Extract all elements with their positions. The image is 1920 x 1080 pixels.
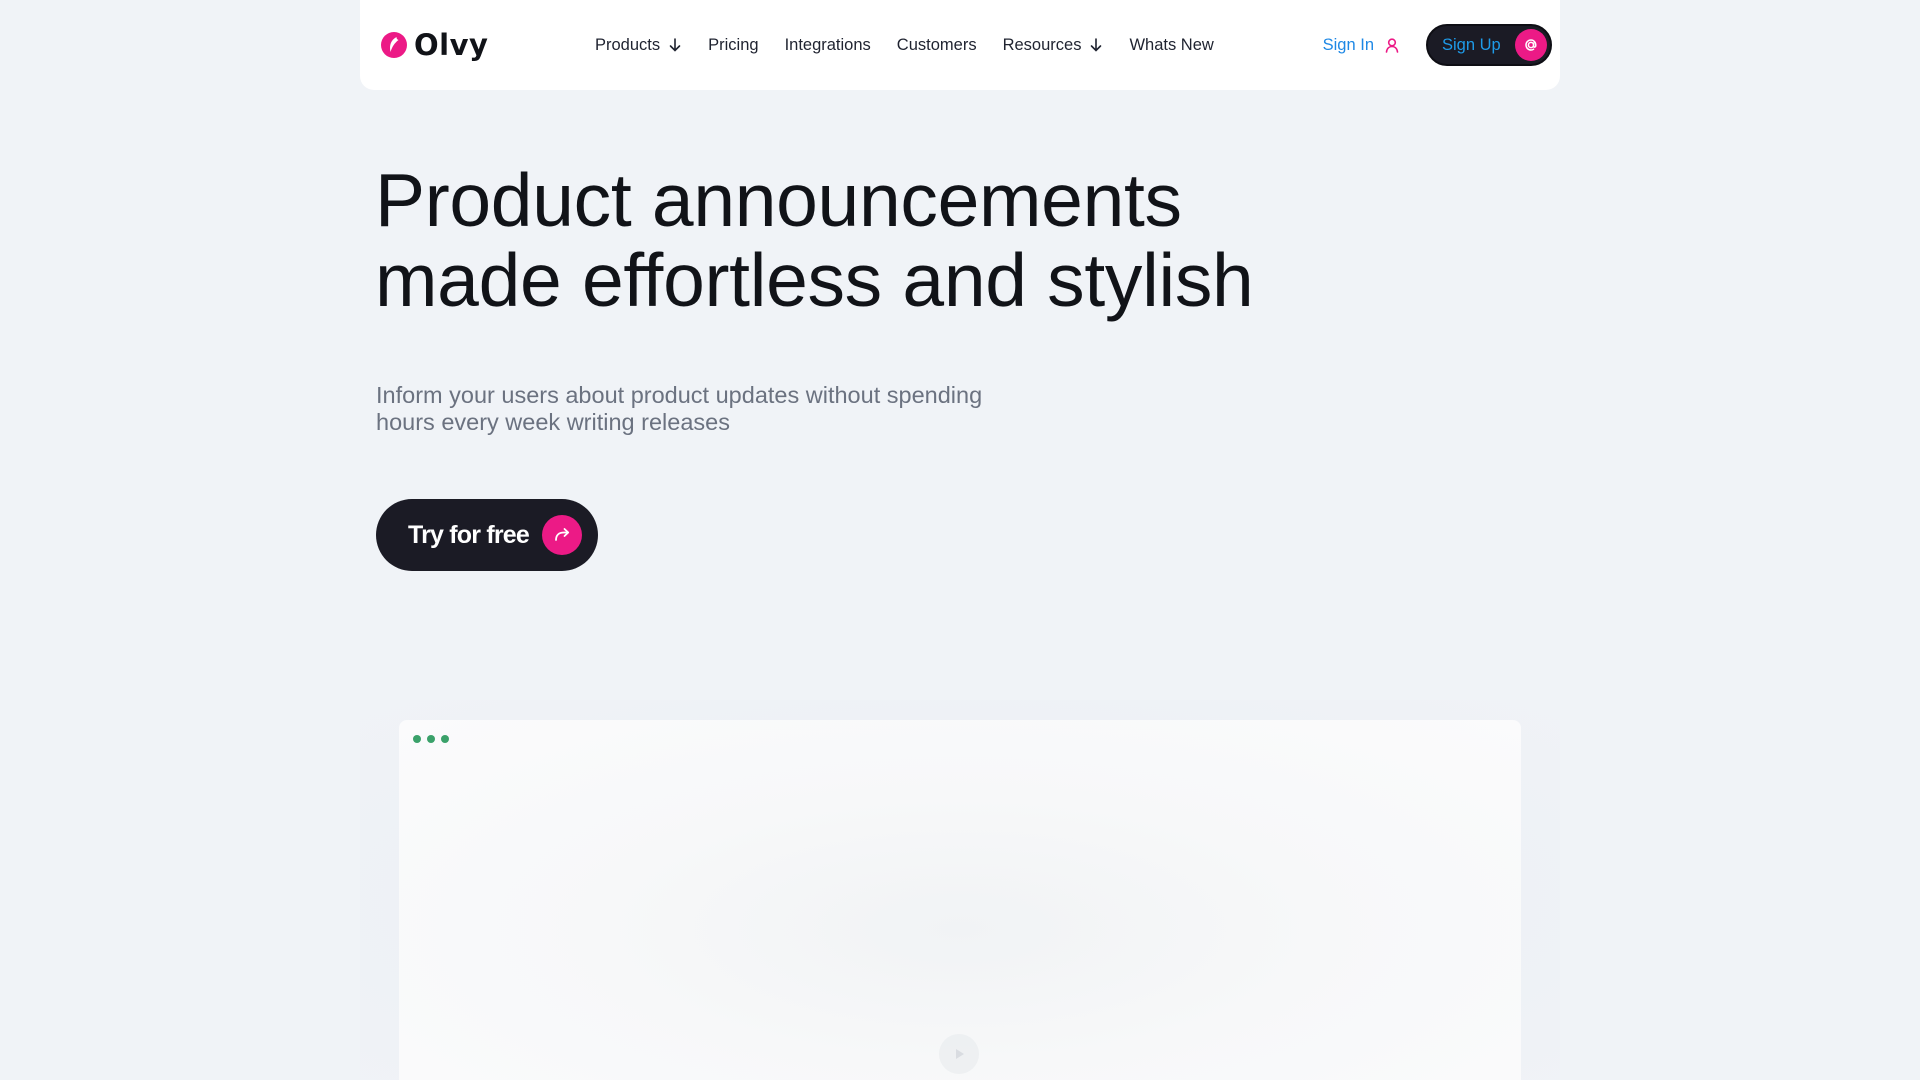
sign-in-link[interactable]: Sign In xyxy=(1323,36,1400,55)
window-dot xyxy=(441,735,449,743)
top-navbar: Olvy Products Pricing Integrations Custo… xyxy=(360,0,1560,90)
nav-item-whats-new[interactable]: Whats New xyxy=(1129,36,1213,55)
window-dot xyxy=(427,735,435,743)
nav-item-resources[interactable]: Resources xyxy=(1003,36,1104,55)
play-icon xyxy=(956,1049,964,1059)
nav-item-label: Whats New xyxy=(1129,35,1214,54)
hero-subtitle: Inform your users about product updates … xyxy=(376,382,1036,436)
sign-up-label: Sign Up xyxy=(1442,35,1501,54)
logo-text: Olvy xyxy=(414,28,489,62)
nav-item-pricing[interactable]: Pricing xyxy=(708,36,758,55)
curved-arrow-icon xyxy=(555,528,570,541)
cta-icon-badge xyxy=(542,515,582,555)
hero-subtitle-line-2: hours every week writing releases xyxy=(376,409,730,435)
nav-actions: Sign In Sign Up xyxy=(1323,0,1552,90)
arrow-down-icon xyxy=(669,38,681,52)
nav-item-label: Integrations xyxy=(784,35,871,54)
user-icon xyxy=(1385,38,1399,53)
hero-subtitle-line-1: Inform your users about product updates … xyxy=(376,382,983,408)
nav-item-label: Products xyxy=(595,35,661,54)
window-dots xyxy=(413,735,449,743)
video-play-button[interactable] xyxy=(939,1034,979,1074)
arrow-down-icon xyxy=(1091,38,1102,52)
nav-item-customers[interactable]: Customers xyxy=(897,36,977,55)
hero-title-line-2: made effortless and stylish xyxy=(375,238,1254,322)
product-preview-window xyxy=(399,720,1521,1080)
logo-mark-icon xyxy=(381,32,407,58)
nav-item-products[interactable]: Products xyxy=(595,36,682,55)
sign-in-label: Sign In xyxy=(1322,35,1374,54)
cta-label: Try for free xyxy=(408,520,530,549)
nav-item-label: Resources xyxy=(1002,35,1082,54)
logo[interactable]: Olvy xyxy=(380,28,488,62)
sign-up-button[interactable]: Sign Up xyxy=(1426,24,1552,66)
main-nav: Products Pricing Integrations Customers … xyxy=(595,0,1214,90)
page: Olvy Products Pricing Integrations Custo… xyxy=(0,0,1920,1080)
sign-up-icon-badge xyxy=(1515,29,1547,61)
try-for-free-button[interactable]: Try for free xyxy=(376,499,598,571)
hero-title-line-1: Product announcements xyxy=(375,158,1182,242)
hero-title: Product announcements made effortless an… xyxy=(375,160,1375,320)
window-dot xyxy=(413,735,421,743)
nav-item-label: Pricing xyxy=(708,35,759,54)
nav-item-label: Customers xyxy=(896,35,977,54)
nav-item-integrations[interactable]: Integrations xyxy=(785,36,871,55)
at-sign-icon xyxy=(1525,39,1537,51)
